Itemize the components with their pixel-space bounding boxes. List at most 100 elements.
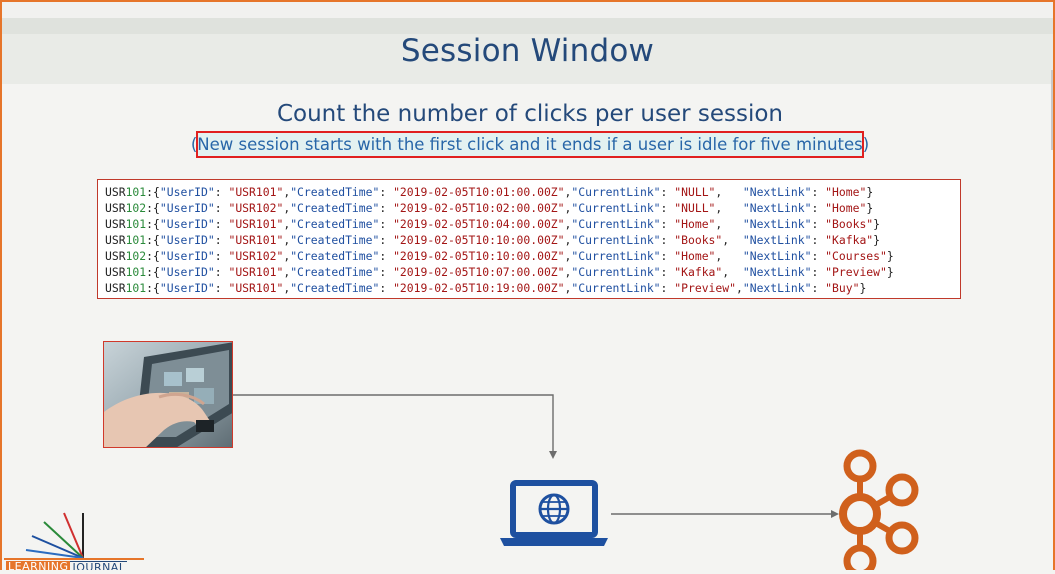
record-line: USR101:{"UserID": "USR101", "CreatedTime"… [105, 216, 960, 232]
record-token: "NextLink" [742, 217, 812, 231]
record-token: USR [105, 201, 126, 215]
record-punct: } [866, 185, 874, 199]
record-punct: : [379, 217, 394, 231]
record-token: "CurrentLink" [571, 185, 661, 199]
record-punct: : [214, 249, 229, 263]
record-token: "Buy" [825, 281, 860, 295]
record-token: "Kafka" [674, 265, 723, 279]
session-note-text: (New session starts with the first click… [190, 135, 870, 154]
slide-title: Session Window [400, 33, 655, 69]
record-token: "Preview" [825, 265, 887, 279]
record-token: "Kafka" [825, 233, 874, 247]
record-token: , [715, 201, 743, 215]
record-token: "CreatedTime" [290, 281, 380, 295]
record-token: "NULL" [674, 185, 716, 199]
record-punct: : [811, 201, 826, 215]
record-token: "Home" [825, 185, 867, 199]
record-token: , [715, 217, 743, 231]
record-punct: : [811, 281, 826, 295]
record-token: "NextLink" [742, 249, 812, 263]
record-token: "CurrentLink" [571, 249, 661, 263]
record-token: "2019-02-05T10:19:00.00Z" [393, 281, 565, 295]
record-punct: : [214, 233, 229, 247]
record-token: "NextLink" [742, 201, 812, 215]
record-punct: : [660, 249, 675, 263]
record-punct: : [214, 281, 229, 295]
record-punct: : [379, 281, 394, 295]
record-token: "UserID" [159, 217, 215, 231]
record-token: "CreatedTime" [290, 233, 380, 247]
record-punct: : [660, 201, 675, 215]
record-token: USR [105, 185, 126, 199]
record-token: 101 [125, 281, 147, 295]
record-line: USR101:{"UserID": "USR101", "CreatedTime"… [105, 232, 960, 248]
record-token: "USR101" [228, 185, 284, 199]
record-punct: :{ [146, 265, 160, 279]
record-line: USR102:{"UserID": "USR102", "CreatedTime"… [105, 200, 960, 216]
record-punct: : [379, 185, 394, 199]
record-punct: } [873, 217, 881, 231]
record-token: "CurrentLink" [571, 265, 661, 279]
record-punct: :{ [146, 185, 160, 199]
record-token: "2019-02-05T10:10:00.00Z" [393, 249, 565, 263]
record-punct: : [660, 185, 675, 199]
record-token: "2019-02-05T10:07:00.00Z" [393, 265, 565, 279]
record-token: 101 [125, 233, 147, 247]
record-token: "USR102" [228, 201, 284, 215]
record-punct: : [660, 281, 675, 295]
slide-header: Session Window [2, 18, 1053, 84]
record-punct: } [873, 233, 881, 247]
record-punct: : [660, 233, 675, 247]
record-token: "CurrentLink" [571, 281, 661, 295]
record-line: USR101:{"UserID": "USR101", "CreatedTime"… [105, 184, 960, 200]
record-token: USR [105, 281, 126, 295]
record-token: "Home" [674, 249, 716, 263]
record-token: "Books" [674, 233, 723, 247]
record-punct: :{ [146, 281, 160, 295]
record-token: "CreatedTime" [290, 217, 380, 231]
record-token: "2019-02-05T10:10:00.00Z" [393, 233, 565, 247]
record-token: , [722, 265, 743, 279]
record-token: 101 [125, 265, 147, 279]
learning-journal-wordmark: LEARNING JOURNAL [6, 561, 128, 570]
record-token: "USR102" [228, 249, 284, 263]
slide-subtitle: Count the number of clicks per user sess… [276, 101, 784, 127]
record-token: "UserID" [159, 233, 215, 247]
record-token: "UserID" [159, 185, 215, 199]
record-token: "CurrentLink" [571, 217, 661, 231]
record-token: "CreatedTime" [290, 249, 380, 263]
record-token: "USR101" [228, 281, 284, 295]
logo-word-journal: JOURNAL [70, 561, 128, 570]
record-token: , [715, 249, 743, 263]
record-punct: : [811, 233, 826, 247]
top-strip [2, 2, 1053, 18]
record-token: "UserID" [159, 281, 215, 295]
record-token: "CreatedTime" [290, 185, 380, 199]
click-records-box: USR101:{"UserID": "USR101","CreatedTime"… [97, 179, 961, 299]
record-token: "NextLink" [742, 185, 812, 199]
logo-word-learning: LEARNING [6, 561, 71, 570]
record-punct: :{ [146, 249, 160, 263]
record-punct: } [859, 281, 867, 295]
record-token: 101 [125, 185, 147, 199]
record-token: "USR101" [228, 217, 284, 231]
record-punct: : [379, 233, 394, 247]
record-token: , [736, 281, 743, 295]
record-punct: : [214, 185, 229, 199]
record-token: "UserID" [159, 265, 215, 279]
record-token: "CurrentLink" [571, 201, 661, 215]
record-punct: } [866, 201, 874, 215]
record-token: "CreatedTime" [290, 201, 380, 215]
record-token: USR [105, 249, 126, 263]
record-token: "UserID" [159, 249, 215, 263]
record-punct: :{ [146, 201, 160, 215]
record-punct: : [811, 249, 826, 263]
record-token: "Courses" [825, 249, 887, 263]
record-token: "Home" [674, 217, 716, 231]
record-punct: : [379, 201, 394, 215]
record-token: "NextLink" [742, 233, 812, 247]
record-punct: :{ [146, 217, 160, 231]
kafka-logo-icon [836, 446, 926, 574]
record-token: "NextLink" [742, 265, 812, 279]
record-token: "USR101" [228, 265, 284, 279]
